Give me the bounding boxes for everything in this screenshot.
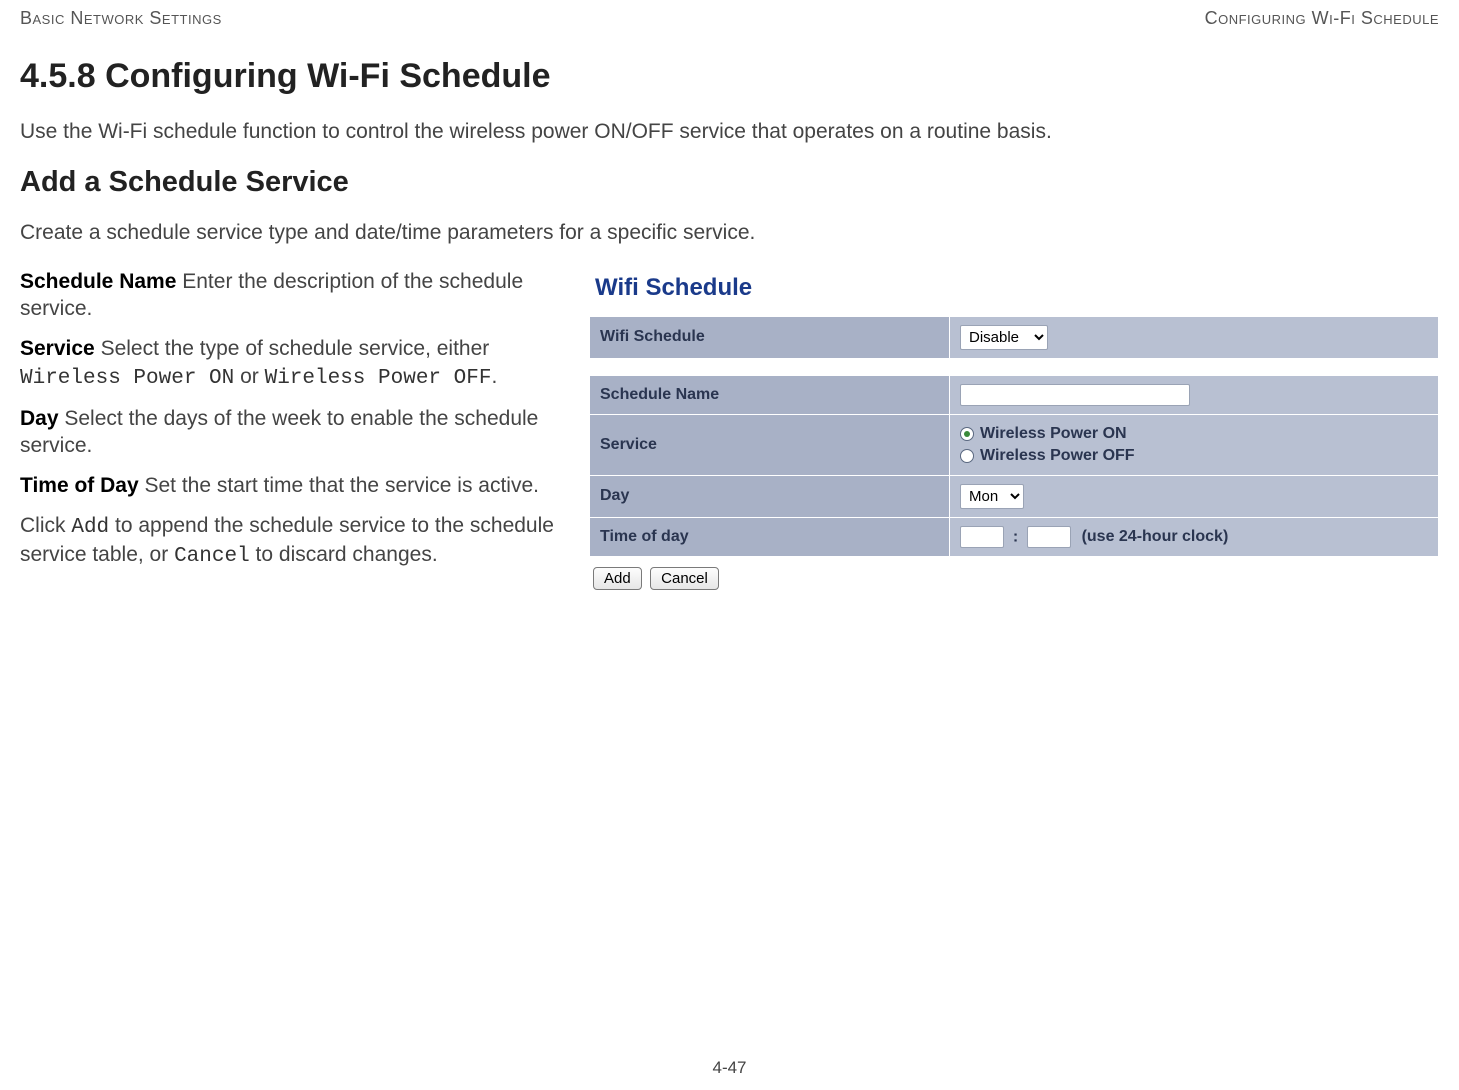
def-schedule-name-label: Schedule Name xyxy=(20,270,176,293)
def-service-text-or: or xyxy=(234,365,264,388)
button-row: Add Cancel xyxy=(589,567,1439,590)
subsection-intro: Create a schedule service type and date/… xyxy=(20,219,1439,247)
def-schedule-name: Schedule Name Enter the description of t… xyxy=(20,268,575,323)
service-radio-on-label: Wireless Power ON xyxy=(980,425,1127,443)
def-tod-text: Set the start time that the service is a… xyxy=(139,474,539,497)
def-day-label: Day xyxy=(20,407,59,430)
def-day-text: Select the days of the week to enable th… xyxy=(20,407,538,458)
def-service-label: Service xyxy=(20,337,95,360)
schedule-name-input[interactable] xyxy=(960,384,1190,406)
def-day: Day Select the days of the week to enabl… xyxy=(20,405,575,460)
panel-title: Wifi Schedule xyxy=(595,274,1439,302)
def-click-a: Click xyxy=(20,514,71,537)
radio-off-icon xyxy=(960,449,974,463)
wifi-schedule-select[interactable]: Disable xyxy=(960,325,1048,350)
add-button[interactable]: Add xyxy=(593,567,642,590)
row-schedule-name: Schedule Name xyxy=(590,375,1439,414)
row-wifi-schedule: Wifi Schedule Disable xyxy=(590,316,1439,358)
spacer xyxy=(590,358,1439,375)
schedule-name-cell xyxy=(950,375,1439,414)
tod-minute-input[interactable] xyxy=(1027,526,1071,548)
def-service: Service Select the type of schedule serv… xyxy=(20,335,575,392)
def-service-text-end: . xyxy=(491,365,497,388)
service-radio-off-row[interactable]: Wireless Power OFF xyxy=(960,445,1428,467)
def-time-of-day: Time of Day Set the start time that the … xyxy=(20,472,575,500)
tod-label: Time of day xyxy=(590,517,950,556)
row-time-of-day: Time of day : (use 24-hour clock) xyxy=(590,517,1439,556)
def-service-text-a: Select the type of schedule service, eit… xyxy=(95,337,490,360)
tod-hour-input[interactable] xyxy=(960,526,1004,548)
day-label: Day xyxy=(590,475,950,517)
wifi-schedule-label: Wifi Schedule xyxy=(590,316,950,358)
def-click-add: Add xyxy=(71,516,109,539)
def-click-cancel: Cancel xyxy=(174,545,250,568)
page-number: 4-47 xyxy=(0,1058,1459,1078)
radio-on-icon xyxy=(960,427,974,441)
def-tod-label: Time of Day xyxy=(20,474,139,497)
section-title: 4.5.8 Configuring Wi-Fi Schedule xyxy=(20,57,1439,96)
def-click-instruction: Click Add to append the schedule service… xyxy=(20,512,575,571)
page-header: Basic Network Settings Configuring Wi-Fi… xyxy=(20,8,1439,29)
def-service-opt-off: Wireless Power OFF xyxy=(265,367,492,390)
tod-hint: (use 24-hour clock) xyxy=(1082,528,1229,545)
header-left: Basic Network Settings xyxy=(20,8,222,29)
service-radio-on-row[interactable]: Wireless Power ON xyxy=(960,423,1428,445)
row-service: Service Wireless Power ON Wireless Power… xyxy=(590,414,1439,475)
definitions-column: Schedule Name Enter the description of t… xyxy=(20,268,575,583)
wifi-schedule-cell: Disable xyxy=(950,316,1439,358)
def-service-opt-on: Wireless Power ON xyxy=(20,367,234,390)
cancel-button[interactable]: Cancel xyxy=(650,567,719,590)
intro-paragraph: Use the Wi-Fi schedule function to contr… xyxy=(20,118,1439,146)
service-radio-off-label: Wireless Power OFF xyxy=(980,447,1135,465)
def-click-c: to discard changes. xyxy=(250,543,438,566)
subsection-title: Add a Schedule Service xyxy=(20,166,1439,199)
header-right: Configuring Wi-Fi Schedule xyxy=(1205,8,1439,29)
service-label: Service xyxy=(590,414,950,475)
config-panel: Wifi Schedule Wifi Schedule Disable Sche… xyxy=(589,268,1439,590)
day-select[interactable]: Mon xyxy=(960,484,1024,509)
tod-cell: : (use 24-hour clock) xyxy=(950,517,1439,556)
schedule-name-label: Schedule Name xyxy=(590,375,950,414)
service-cell: Wireless Power ON Wireless Power OFF xyxy=(950,414,1439,475)
config-table: Wifi Schedule Disable Schedule Name Serv… xyxy=(589,316,1439,557)
day-cell: Mon xyxy=(950,475,1439,517)
row-day: Day Mon xyxy=(590,475,1439,517)
